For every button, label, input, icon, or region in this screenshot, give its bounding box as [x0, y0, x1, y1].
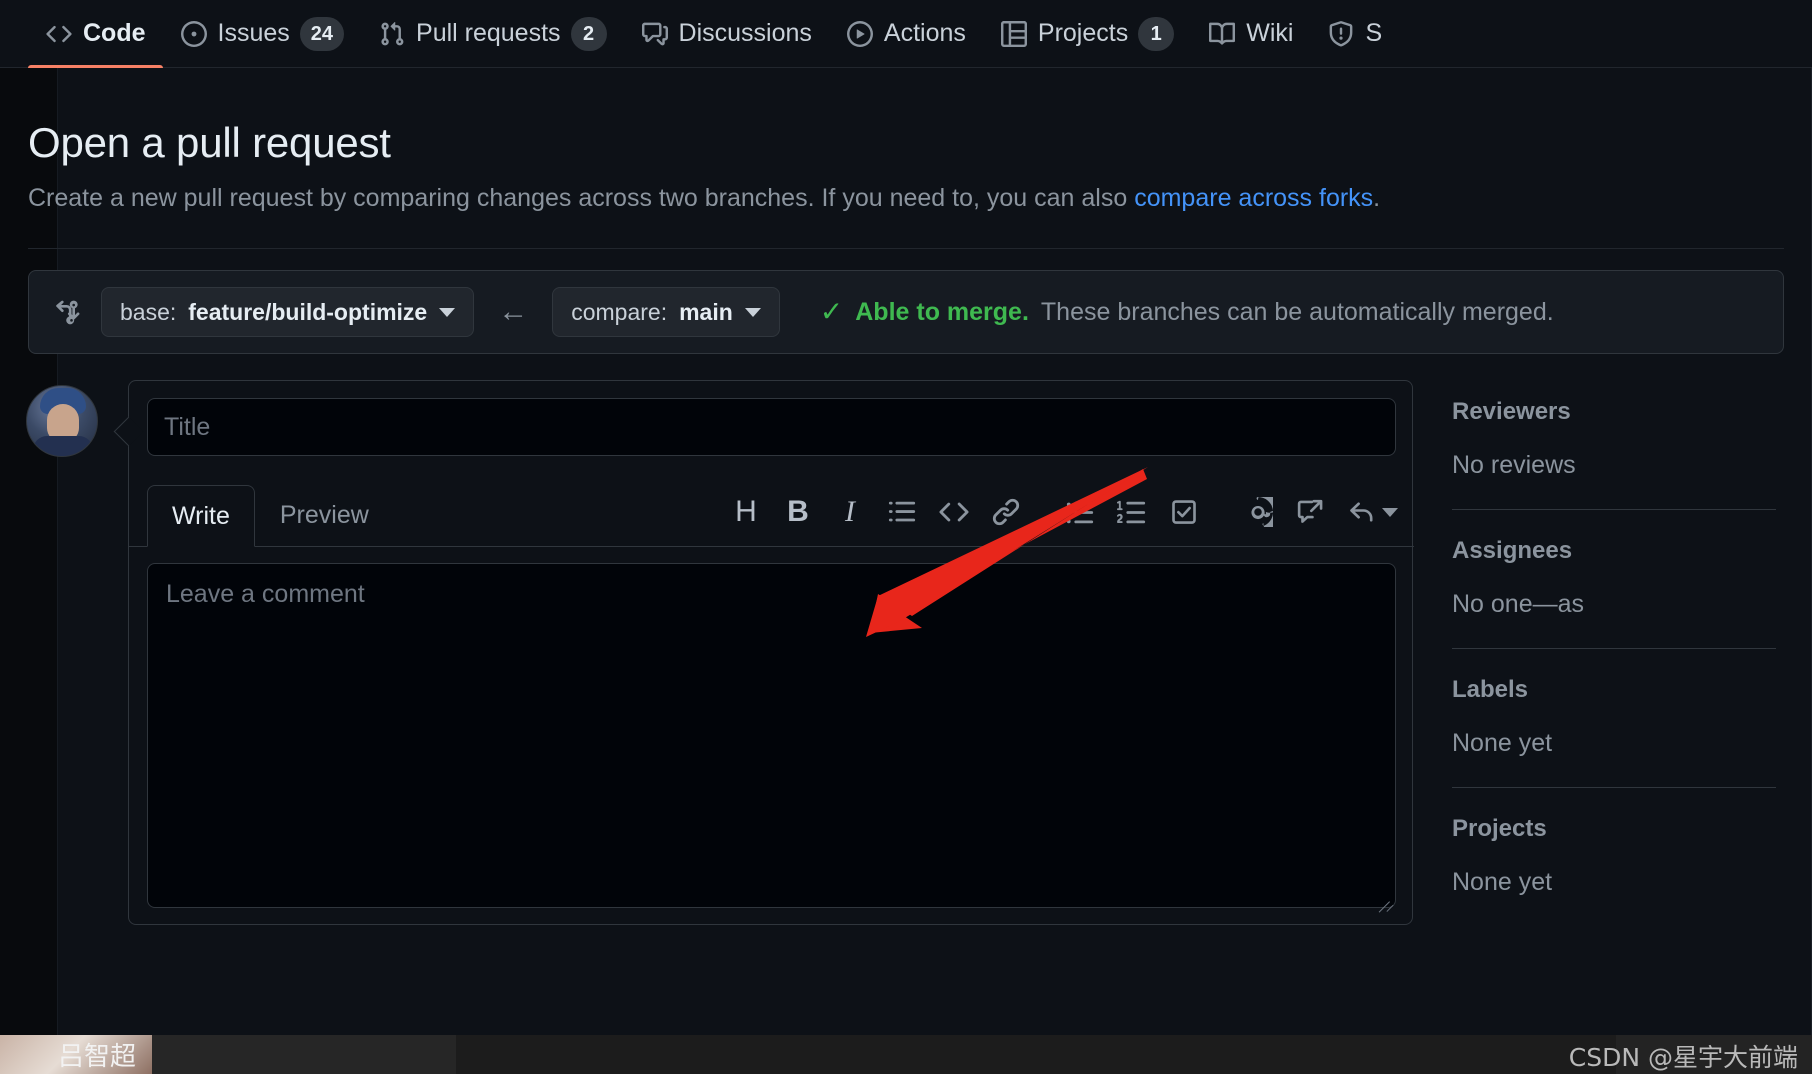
tab-write[interactable]: Write	[147, 485, 255, 547]
taskbar-segment[interactable]	[152, 1035, 456, 1074]
reference-icon[interactable]	[1284, 486, 1336, 538]
chevron-down-icon	[744, 307, 761, 317]
comment-discussion-icon	[641, 20, 669, 48]
saved-reply-icon[interactable]	[1336, 486, 1388, 538]
compare-branch-selector[interactable]: compare: main	[552, 287, 780, 337]
code-icon	[45, 20, 73, 48]
pull-request-sidebar: Reviewers No reviews Assignees No one—as…	[1452, 395, 1812, 922]
chevron-down-icon[interactable]	[1382, 507, 1398, 517]
title-placeholder: Title	[164, 412, 211, 441]
avatar-shirt	[33, 436, 93, 456]
nav-item-wiki[interactable]: Wiki	[1191, 0, 1310, 68]
nav-item-projects[interactable]: Projects 1	[983, 0, 1191, 68]
pull-request-composer: Title Write Preview H B I Leave a commen…	[128, 380, 1414, 925]
nav-item-label: Actions	[883, 19, 966, 47]
avatar	[26, 385, 98, 457]
base-branch-prefix: base:	[120, 298, 177, 325]
table-icon	[1000, 20, 1028, 48]
comment-placeholder: Leave a comment	[166, 580, 365, 608]
markdown-toolbar: H B I	[720, 477, 1398, 547]
sidebar-divider	[1452, 787, 1776, 789]
screen-root: Code Issues 24 Pull requests 2 Discussio…	[0, 0, 1812, 1074]
nav-counter-issues: 24	[299, 16, 345, 51]
comment-textarea[interactable]: Leave a comment	[147, 563, 1396, 913]
bold-icon[interactable]: B	[772, 486, 824, 538]
tab-write-label: Write	[172, 501, 230, 530]
play-icon	[846, 20, 874, 48]
nav-item-label: S	[1365, 19, 1383, 47]
unordered-list-icon[interactable]	[1054, 486, 1106, 538]
sidebar-section-assignees: Assignees No one—as	[1452, 534, 1812, 673]
nav-item-discussions[interactable]: Discussions	[624, 0, 829, 68]
tab-preview[interactable]: Preview	[255, 484, 394, 546]
book-icon	[1208, 20, 1236, 48]
sidebar-value: No one—as	[1452, 589, 1585, 618]
task-list-icon[interactable]	[1158, 486, 1210, 538]
base-branch-selector[interactable]: base: feature/build-optimize	[101, 287, 475, 337]
link-icon[interactable]	[980, 486, 1032, 538]
sidebar-section-projects: Projects None yet	[1452, 812, 1812, 922]
nav-item-label: Projects	[1037, 19, 1129, 47]
nav-item-issues[interactable]: Issues 24	[163, 0, 362, 68]
page-subtitle-tail: .	[1373, 184, 1381, 213]
sidebar-heading[interactable]: Assignees	[1452, 534, 1812, 568]
compare-branch-name: main	[679, 298, 733, 325]
page-subtitle: Create a new pull request by comparing c…	[28, 182, 1548, 216]
nav-item-label: Issues	[217, 19, 290, 47]
sidebar-section-reviewers: Reviewers No reviews	[1452, 395, 1812, 534]
page-header: Open a pull request Create a new pull re…	[28, 118, 1548, 216]
sidebar-value: None yet	[1452, 867, 1553, 896]
resize-handle[interactable]	[1374, 887, 1394, 913]
nav-item-actions[interactable]: Actions	[829, 0, 983, 68]
nav-item-code[interactable]: Code	[28, 0, 163, 68]
heading-icon[interactable]: H	[720, 486, 772, 538]
sidebar-divider	[1452, 509, 1776, 511]
merge-status-label: Able to merge.	[855, 297, 1029, 326]
nav-counter-projects: 1	[1138, 16, 1175, 51]
page-subtitle-text: Create a new pull request by comparing c…	[28, 184, 1135, 213]
header-divider	[28, 248, 1784, 249]
sidebar-heading[interactable]: Reviewers	[1452, 395, 1812, 429]
nav-counter-pull-requests: 2	[570, 16, 607, 51]
sidebar-divider	[1452, 648, 1776, 650]
check-icon: ✓	[819, 296, 844, 327]
sidebar-value: No reviews	[1452, 450, 1576, 479]
taskbar-segment[interactable]	[456, 1035, 1616, 1074]
quote-icon[interactable]	[876, 486, 928, 538]
nav-item-label: Pull requests	[416, 19, 561, 47]
nav-item-label: Code	[83, 19, 146, 47]
mention-icon[interactable]	[1232, 486, 1284, 538]
repository-nav: Code Issues 24 Pull requests 2 Discussio…	[0, 0, 1812, 68]
branch-compare-bar: base: feature/build-optimize ← compare: …	[28, 270, 1784, 354]
sidebar-heading[interactable]: Labels	[1452, 673, 1812, 707]
taskbar-label: 吕智超	[58, 1042, 137, 1072]
watermark: CSDN @星宇大前端	[1568, 1043, 1798, 1072]
nav-item-label: Wiki	[1246, 19, 1294, 47]
nav-item-pull-requests[interactable]: Pull requests 2	[361, 0, 624, 68]
shield-icon	[1327, 20, 1355, 48]
git-compare-icon	[53, 297, 83, 327]
title-input[interactable]: Title	[147, 398, 1396, 456]
nav-item-security[interactable]: S	[1310, 0, 1399, 68]
desktop-taskbar: 吕智超 CSDN @星宇大前端	[0, 1035, 1812, 1074]
git-pull-request-icon	[378, 20, 406, 48]
nav-item-label: Discussions	[678, 19, 812, 47]
chevron-down-icon	[439, 307, 456, 317]
compare-branch-prefix: compare:	[571, 298, 668, 325]
merge-status-detail: These branches can be automatically merg…	[1040, 297, 1554, 326]
sidebar-value: None yet	[1452, 728, 1553, 757]
page-title: Open a pull request	[28, 119, 391, 166]
ordered-list-icon[interactable]	[1106, 486, 1158, 538]
compare-across-forks-link[interactable]: compare across forks	[1134, 184, 1373, 212]
sidebar-section-labels: Labels None yet	[1452, 673, 1812, 812]
merge-status: ✓ Able to merge. These branches can be a…	[820, 298, 1554, 327]
base-branch-name: feature/build-optimize	[188, 298, 428, 325]
sidebar-heading[interactable]: Projects	[1452, 812, 1812, 846]
italic-icon[interactable]: I	[824, 486, 876, 538]
code-icon[interactable]	[928, 486, 980, 538]
tab-preview-label: Preview	[279, 500, 369, 529]
issue-opened-icon	[180, 20, 208, 48]
arrow-left-icon: ←	[498, 295, 529, 328]
